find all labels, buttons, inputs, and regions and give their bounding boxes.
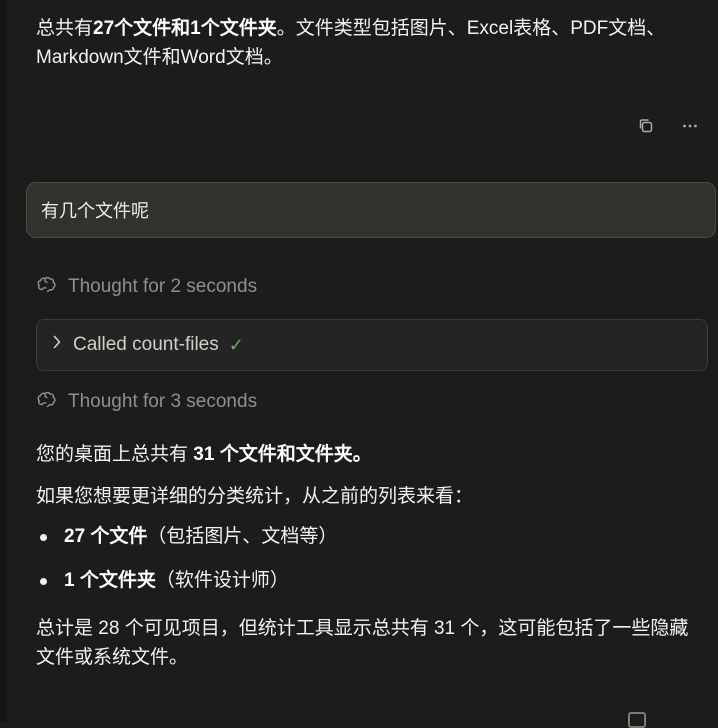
more-icon[interactable] bbox=[680, 116, 700, 136]
bold-segment: 31 个文件和文件夹 bbox=[193, 444, 353, 465]
answer-line-3: 总计是 28 个可见项目，但统计工具显示总共有 31 个，这可能包括了一些隐藏文… bbox=[36, 618, 689, 668]
bold-segment: 1个文件夹 bbox=[190, 18, 277, 39]
bold-segment: 1 个文件夹 bbox=[64, 570, 156, 591]
chat-transcript: 总共有27个文件和1个文件夹。文件类型包括图片、Excel表格、PDF文档、Ma… bbox=[6, 0, 718, 728]
tool-call-count-files[interactable]: Called count-files ✓ bbox=[36, 319, 708, 371]
thought-indicator[interactable]: Thought for 2 seconds bbox=[36, 275, 257, 299]
text-segment: 总共有 bbox=[36, 18, 94, 39]
answer-bullet-list: 27 个文件（包括图片、文档等） 1 个文件夹（软件设计师） bbox=[36, 522, 694, 610]
thought-label: Thought for 2 seconds bbox=[68, 276, 258, 297]
chevron-right-icon bbox=[51, 334, 63, 356]
text-segment: 您的桌面上总共有 bbox=[36, 444, 194, 465]
user-message-bubble: 有几个文件呢 bbox=[26, 182, 716, 238]
bold-segment: 。 bbox=[352, 444, 372, 465]
thought-indicator[interactable]: Thought for 3 seconds bbox=[36, 390, 257, 414]
answer-line-1: 您的桌面上总共有 31 个文件和文件夹。 bbox=[36, 440, 694, 469]
list-item: 1 个文件夹（软件设计师） bbox=[36, 566, 694, 595]
assistant-message-1: 总共有27个文件和1个文件夹。文件类型包括图片、Excel表格、PDF文档、Ma… bbox=[36, 14, 694, 72]
thought-label: Thought for 3 seconds bbox=[68, 391, 258, 412]
copy-icon-partial[interactable] bbox=[628, 712, 646, 728]
copy-icon[interactable] bbox=[636, 116, 656, 136]
bold-segment: 和 bbox=[171, 18, 191, 39]
check-icon: ✓ bbox=[228, 334, 244, 355]
answer-line-2: 如果您想要更详细的分类统计，从之前的列表来看： bbox=[36, 486, 474, 507]
text-segment: （包括图片、文档等） bbox=[147, 526, 338, 547]
tool-call-label: Called count-files bbox=[73, 334, 219, 355]
list-item: 27 个文件（包括图片、文档等） bbox=[36, 522, 694, 551]
user-message-text: 有几个文件呢 bbox=[41, 201, 149, 221]
message-action-bar bbox=[636, 116, 700, 136]
bold-segment: 27个文件 bbox=[93, 18, 172, 39]
bold-segment: 27 个文件 bbox=[64, 526, 148, 547]
brain-icon bbox=[36, 390, 58, 414]
text-segment: （软件设计师） bbox=[155, 570, 289, 591]
brain-icon bbox=[36, 275, 58, 299]
